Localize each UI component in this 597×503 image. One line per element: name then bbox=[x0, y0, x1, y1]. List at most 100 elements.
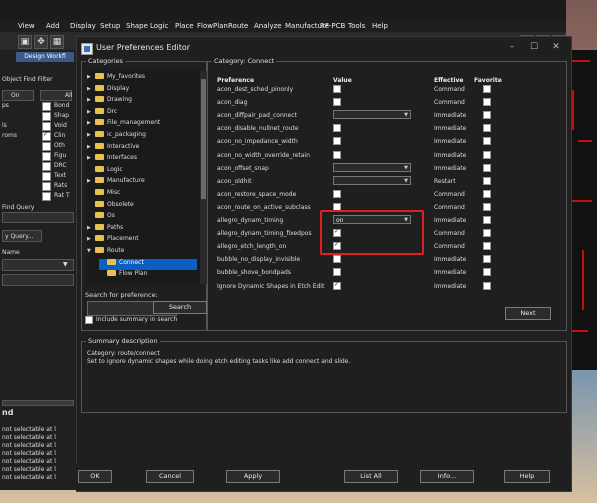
tree-item-interfaces[interactable]: ▶ Interfaces bbox=[87, 154, 197, 165]
filter-checkbox[interactable] bbox=[42, 122, 51, 131]
menu-item[interactable]: View bbox=[18, 22, 35, 30]
expand-arrow-icon[interactable]: ▶ bbox=[87, 74, 95, 80]
favorite-checkbox[interactable] bbox=[483, 255, 491, 264]
chevron-down-icon[interactable]: ▼ bbox=[404, 111, 408, 120]
tree-item-ic-packaging[interactable]: ▶ ic_packaging bbox=[87, 131, 197, 142]
menu-item[interactable]: Add bbox=[46, 22, 60, 30]
pref-value-checkbox[interactable] bbox=[333, 281, 341, 290]
query-field[interactable] bbox=[2, 212, 74, 223]
tree-item-route[interactable]: ▼ Route bbox=[87, 247, 197, 258]
move-icon[interactable]: ✥ bbox=[34, 35, 48, 49]
menu-item[interactable]: Help bbox=[372, 22, 388, 30]
scroll-thumb[interactable] bbox=[201, 79, 206, 199]
favorite-checkbox[interactable] bbox=[483, 111, 491, 120]
expand-arrow-icon[interactable]: ▶ bbox=[87, 97, 95, 103]
tree-scrollbar[interactable] bbox=[200, 71, 207, 284]
filter-checkbox[interactable] bbox=[42, 162, 51, 171]
tree-item-paths[interactable]: ▶ Paths bbox=[87, 223, 197, 235]
tree-item-drc[interactable]: ▶ Drc bbox=[87, 107, 197, 119]
menu-item[interactable]: Place bbox=[175, 22, 194, 30]
expand-arrow-icon[interactable]: ▶ bbox=[87, 144, 95, 150]
expand-arrow-icon[interactable]: ▶ bbox=[87, 225, 95, 231]
expand-arrow-icon[interactable]: ▶ bbox=[87, 132, 95, 138]
favorite-checkbox[interactable] bbox=[483, 98, 491, 107]
splitter[interactable] bbox=[2, 400, 74, 406]
apply-button[interactable]: Apply bbox=[226, 470, 280, 483]
tree-item-drawing[interactable]: ▶ Drawing bbox=[87, 96, 197, 107]
favorite-checkbox[interactable] bbox=[483, 281, 491, 290]
on-button[interactable]: On bbox=[2, 90, 34, 101]
menu-item[interactable]: Display bbox=[70, 22, 96, 30]
favorite-checkbox[interactable] bbox=[483, 124, 491, 133]
chevron-down-icon[interactable]: ▼ bbox=[404, 164, 408, 173]
menu-item[interactable]: FlowPlan bbox=[197, 22, 228, 30]
expand-arrow-icon[interactable]: ▼ bbox=[87, 248, 95, 254]
name-field[interactable] bbox=[2, 274, 74, 286]
tree-item-manufacture[interactable]: ▶ Manufacture bbox=[87, 177, 197, 188]
tree-item-connect[interactable]: Connect bbox=[99, 258, 197, 270]
favorite-checkbox[interactable] bbox=[483, 85, 491, 93]
filter-checkbox[interactable] bbox=[42, 172, 51, 181]
expand-arrow-icon[interactable]: ▶ bbox=[87, 178, 95, 184]
expand-arrow-icon[interactable]: ▶ bbox=[87, 155, 95, 161]
expand-arrow-icon[interactable]: ▶ bbox=[87, 120, 95, 126]
pref-value-dropdown[interactable]: ▼ bbox=[333, 110, 411, 120]
filter-checkbox[interactable] bbox=[42, 152, 51, 161]
cancel-button[interactable]: Cancel bbox=[146, 470, 194, 483]
favorite-checkbox[interactable] bbox=[483, 216, 491, 224]
save-icon[interactable]: ▣ bbox=[18, 35, 32, 49]
pref-value-checkbox[interactable] bbox=[333, 137, 341, 146]
filter-checkbox[interactable] bbox=[42, 192, 51, 201]
favorite-checkbox[interactable] bbox=[483, 189, 491, 198]
favorite-checkbox[interactable] bbox=[483, 150, 491, 159]
pref-value-checkbox[interactable] bbox=[333, 255, 341, 264]
pref-value-checkbox[interactable] bbox=[333, 189, 341, 198]
pref-value-checkbox[interactable] bbox=[333, 98, 341, 107]
menu-item[interactable]: Route bbox=[228, 22, 248, 30]
tree-item-logic[interactable]: Logic bbox=[87, 165, 197, 177]
dialog-titlebar[interactable]: User Preferences Editor – ☐ ✕ bbox=[77, 37, 571, 59]
menu-item[interactable]: Analyze bbox=[254, 22, 282, 30]
filter-checkbox[interactable]: ✓ bbox=[42, 131, 51, 141]
favorite-checkbox[interactable] bbox=[483, 202, 491, 211]
menu-item[interactable]: Tools bbox=[348, 22, 365, 30]
pref-value-checkbox[interactable] bbox=[333, 85, 341, 93]
menu-item[interactable]: RF-PCB bbox=[320, 22, 345, 30]
menu-item[interactable]: Logic bbox=[150, 22, 168, 30]
tree-item-misc[interactable]: Misc bbox=[87, 189, 197, 200]
close-icon[interactable]: ✕ bbox=[549, 42, 563, 52]
info-button[interactable]: Info... bbox=[420, 470, 474, 483]
pref-value-dropdown[interactable]: ▼ bbox=[333, 162, 411, 173]
tree-item-flow-plan[interactable]: Flow Plan bbox=[99, 270, 197, 281]
chevron-down-icon[interactable]: ▼ bbox=[404, 177, 408, 186]
filter-checkbox[interactable] bbox=[42, 112, 51, 121]
tree-item-os[interactable]: Os bbox=[87, 212, 197, 223]
favorite-checkbox[interactable] bbox=[483, 242, 491, 251]
search-button[interactable]: Search bbox=[153, 301, 207, 314]
tree-item-interactive[interactable]: ▶ Interactive bbox=[87, 142, 197, 154]
filter-checkbox[interactable] bbox=[42, 182, 51, 191]
maximize-icon[interactable]: ☐ bbox=[527, 42, 541, 52]
menu-item[interactable]: Shape bbox=[126, 22, 148, 30]
pref-value-checkbox[interactable] bbox=[333, 150, 341, 159]
menu-item[interactable]: Setup bbox=[100, 22, 120, 30]
favorite-checkbox[interactable] bbox=[483, 229, 491, 238]
expand-arrow-icon[interactable]: ▶ bbox=[87, 86, 95, 92]
all-button[interactable]: All bbox=[40, 90, 72, 101]
minimize-icon[interactable]: – bbox=[505, 42, 519, 52]
favorite-checkbox[interactable] bbox=[483, 176, 491, 185]
grid-icon[interactable]: ▦ bbox=[50, 35, 64, 49]
filter-checkbox[interactable] bbox=[42, 142, 51, 151]
ok-button[interactable]: OK bbox=[78, 470, 112, 483]
list-all-button[interactable]: List All bbox=[344, 470, 398, 483]
filter-checkbox[interactable] bbox=[42, 102, 51, 111]
pref-value-checkbox[interactable] bbox=[333, 124, 341, 133]
tree-item-display[interactable]: ▶ Display bbox=[87, 84, 197, 96]
help-button[interactable]: Help bbox=[504, 470, 550, 483]
favorite-checkbox[interactable] bbox=[483, 163, 491, 172]
temp-query-button[interactable]: y Query... bbox=[2, 230, 42, 242]
tree-item-obsolete[interactable]: Obsolete bbox=[87, 200, 197, 212]
design-workflow-tab[interactable]: Design Workfl bbox=[16, 52, 74, 62]
tree-item-my-favorites[interactable]: ▶ My_favorites bbox=[87, 73, 197, 84]
expand-arrow-icon[interactable]: ▶ bbox=[87, 236, 95, 242]
